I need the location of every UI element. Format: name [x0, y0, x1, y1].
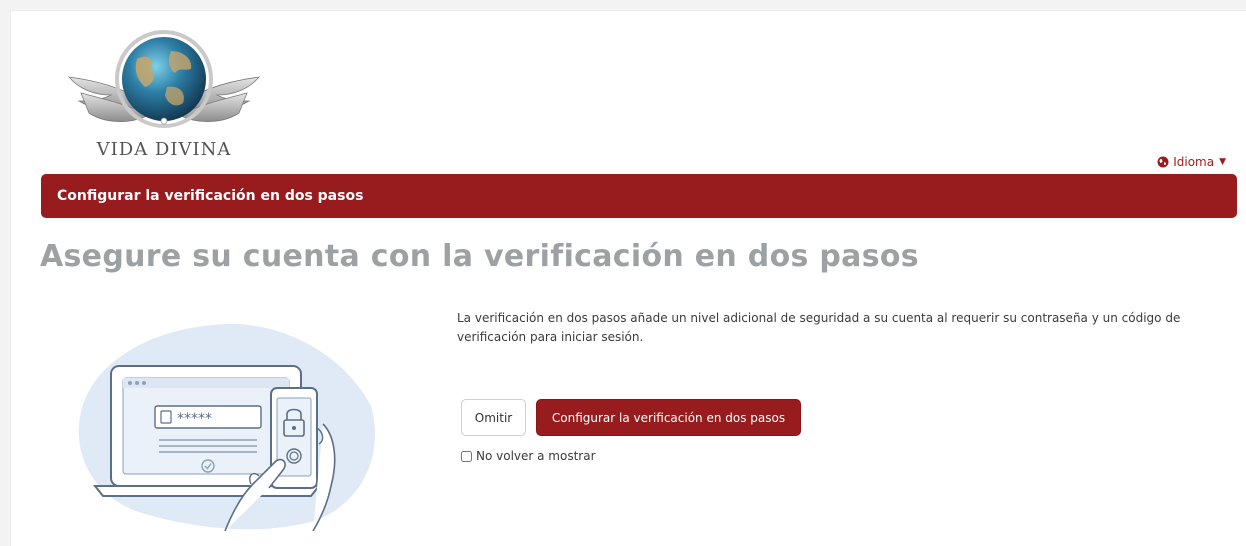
dont-show-again-option[interactable]: No volver a mostrar: [461, 449, 596, 463]
page-card: VIDA DIVINA Idioma ▼ Configurar la verif…: [10, 10, 1246, 546]
caret-down-icon: ▼: [1219, 157, 1226, 167]
skip-button[interactable]: Omitir: [461, 399, 526, 436]
two-step-verification-illustration: *****: [78, 323, 375, 531]
globe-icon: [1157, 156, 1169, 168]
language-dropdown[interactable]: Idioma ▼: [1157, 155, 1226, 169]
description-text: La verificación en dos pasos añade un ni…: [457, 311, 1181, 344]
dont-show-again-label: No volver a mostrar: [476, 449, 596, 463]
vida-divina-logo: VIDA DIVINA: [68, 30, 260, 160]
logo-text: VIDA DIVINA: [96, 139, 232, 160]
page-heading: Asegure su cuenta con la verificación en…: [40, 239, 919, 274]
language-label: Idioma: [1173, 155, 1215, 169]
svg-text:*****: *****: [177, 411, 212, 427]
setup-two-step-button[interactable]: Configurar la verificación en dos pasos: [536, 399, 801, 436]
header-banner: Configurar la verificación en dos pasos: [41, 174, 1237, 218]
banner-title: Configurar la verificación en dos pasos: [57, 188, 364, 204]
dont-show-again-checkbox[interactable]: [461, 450, 472, 462]
